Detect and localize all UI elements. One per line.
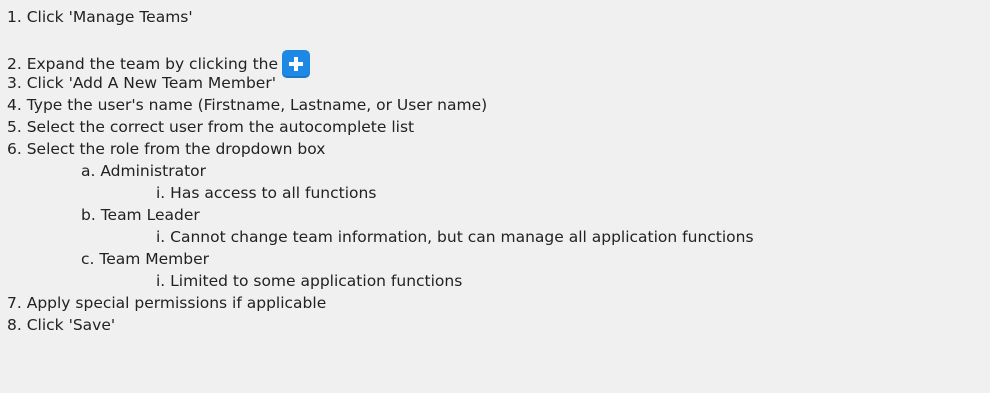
step-5: 5. Select the correct user from the auto… xyxy=(7,118,415,136)
step-1: 1. Click 'Manage Teams' xyxy=(7,8,193,26)
role-administrator-detail: i. Has access to all functions xyxy=(156,184,377,202)
step-2-text: 2. Expand the team by clicking the xyxy=(7,55,279,73)
plus-icon xyxy=(282,50,311,78)
step-8: 8. Click 'Save' xyxy=(7,316,116,334)
step-7: 7. Apply special permissions if applicab… xyxy=(7,294,327,312)
role-administrator: a. Administrator xyxy=(81,162,207,180)
step-2: 2. Expand the team by clicking the xyxy=(7,32,990,78)
step-6: 6. Select the role from the dropdown box xyxy=(7,140,326,158)
role-team-leader-detail: i. Cannot change team information, but c… xyxy=(156,228,754,246)
role-team-member-detail: i. Limited to some application functions xyxy=(156,272,463,290)
step-3: 3. Click 'Add A New Team Member' xyxy=(7,74,276,92)
role-team-member: c. Team Member xyxy=(81,250,210,268)
role-team-leader: b. Team Leader xyxy=(81,206,200,224)
step-4: 4. Type the user's name (Firstname, Last… xyxy=(7,96,488,114)
instruction-list: 1. Click 'Manage Teams' 2. Expand the te… xyxy=(7,6,990,336)
